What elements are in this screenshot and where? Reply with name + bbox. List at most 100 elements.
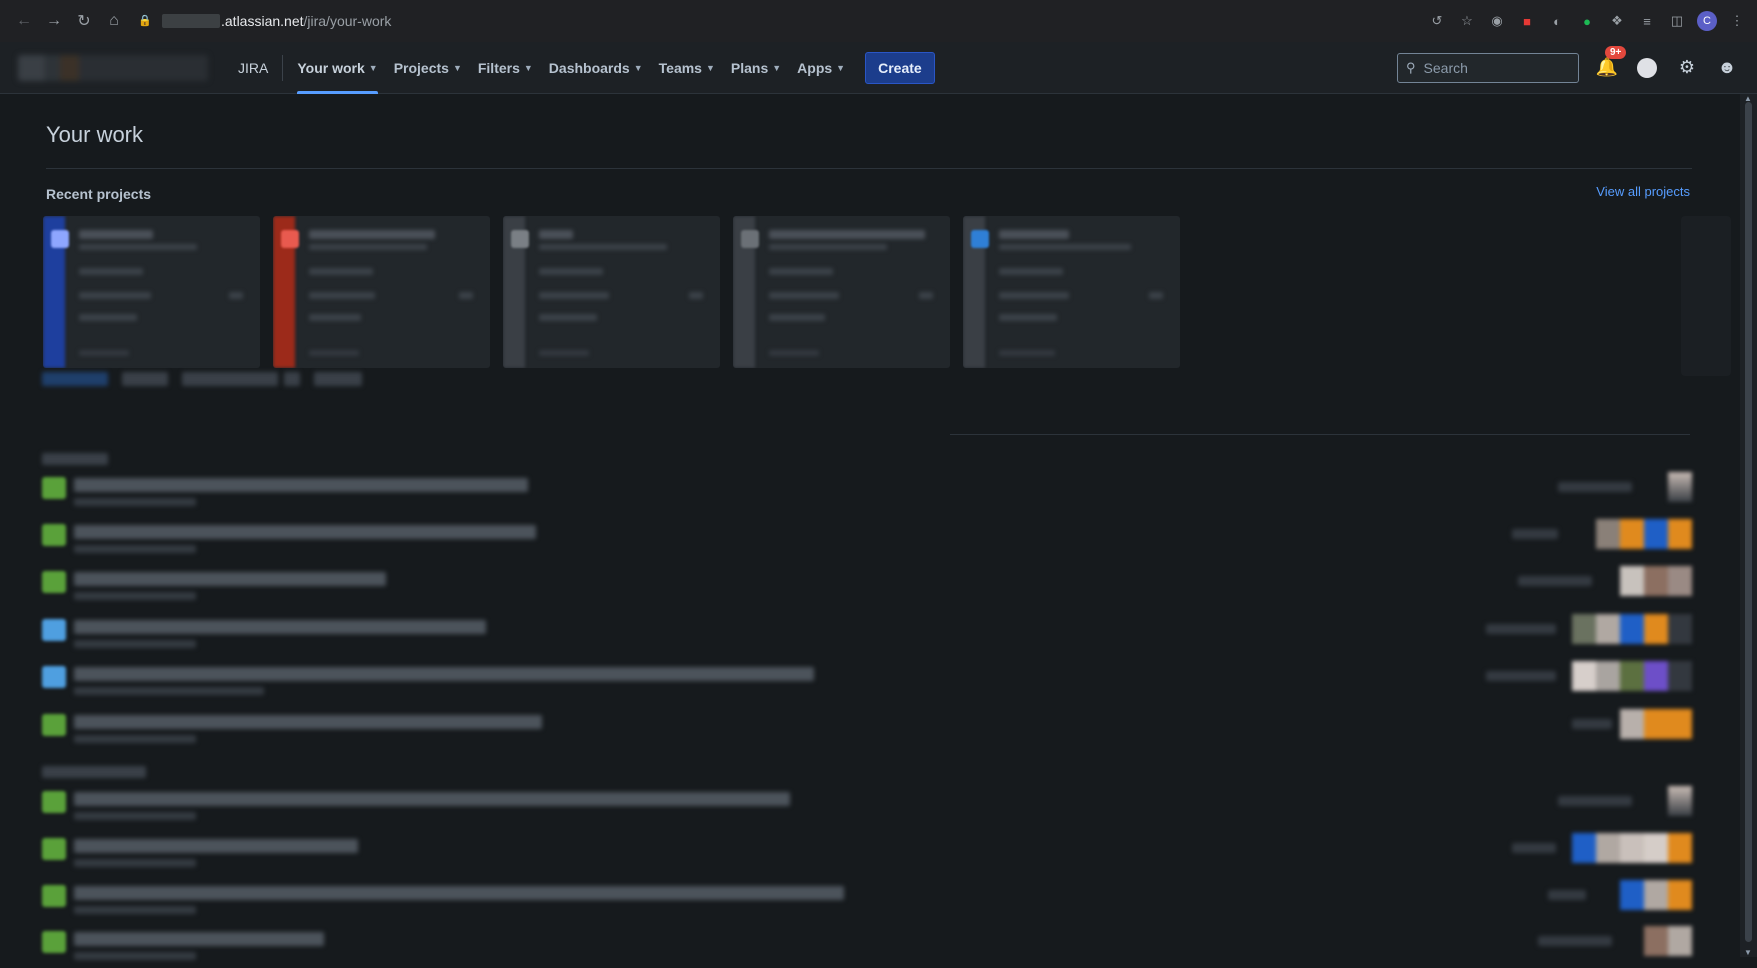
- avatar: [1644, 926, 1668, 956]
- nav-teams[interactable]: Teams ▼: [651, 42, 723, 94]
- nav-your-work[interactable]: Your work ▼: [289, 42, 385, 94]
- work-tabs: [42, 372, 362, 386]
- home-icon[interactable]: ⌂: [100, 7, 128, 35]
- nav-projects[interactable]: Projects ▼: [386, 42, 470, 94]
- quick-link-redacted[interactable]: [309, 268, 373, 275]
- project-name-redacted: [539, 230, 573, 239]
- page-scrollbar[interactable]: ▲ ▼: [1740, 94, 1757, 957]
- project-type-redacted: [769, 244, 887, 250]
- boards-dropdown-redacted[interactable]: [999, 350, 1055, 356]
- quick-link-redacted[interactable]: [999, 268, 1063, 275]
- quick-link-redacted[interactable]: [79, 292, 151, 299]
- quick-link-redacted[interactable]: [79, 314, 137, 321]
- extensions-puzzle-icon[interactable]: ❖: [1607, 11, 1627, 31]
- issue-key-redacted: [74, 545, 196, 553]
- page-title: Your work: [46, 122, 144, 147]
- browser-profile-avatar[interactable]: C: [1697, 11, 1717, 31]
- avatar: [1620, 880, 1644, 910]
- extension-green-icon[interactable]: ●: [1577, 11, 1597, 31]
- profile-button[interactable]: ☻: [1715, 56, 1739, 80]
- forward-arrow-icon[interactable]: →: [40, 7, 68, 35]
- issue-key-redacted: [74, 640, 196, 648]
- avatar: [1644, 709, 1668, 739]
- reload-icon[interactable]: ↻: [70, 7, 98, 35]
- quick-link-redacted[interactable]: [539, 268, 603, 275]
- share-icon[interactable]: ↺: [1427, 11, 1447, 31]
- quick-link-redacted[interactable]: [999, 292, 1069, 299]
- list-item[interactable]: [42, 831, 1692, 875]
- list-item[interactable]: [42, 878, 1692, 922]
- nav-product-jira[interactable]: JIRA: [230, 54, 284, 81]
- nav-apps[interactable]: Apps ▼: [789, 42, 853, 94]
- project-card[interactable]: [733, 216, 950, 368]
- boards-dropdown-redacted[interactable]: [539, 350, 589, 356]
- project-card[interactable]: [273, 216, 490, 368]
- settings-button[interactable]: ⚙: [1675, 56, 1699, 80]
- list-item[interactable]: [42, 470, 1692, 514]
- list-item[interactable]: [42, 517, 1692, 561]
- search-field[interactable]: ⚲: [1397, 52, 1579, 83]
- extension-red-icon[interactable]: ■: [1517, 11, 1537, 31]
- activity-redacted: [1512, 529, 1558, 539]
- search-input[interactable]: [1423, 59, 1564, 76]
- chevron-down-icon: ▼: [523, 62, 533, 73]
- help-button[interactable]: [1635, 56, 1659, 80]
- avatar: [1620, 709, 1644, 739]
- quick-link-redacted[interactable]: [769, 292, 839, 299]
- tab-starred[interactable]: [314, 372, 362, 386]
- project-card[interactable]: [963, 216, 1180, 368]
- list-item[interactable]: [42, 784, 1692, 828]
- avatar: [1620, 566, 1644, 596]
- create-button[interactable]: Create: [865, 51, 935, 84]
- boards-dropdown-redacted[interactable]: [769, 350, 819, 356]
- quick-link-redacted[interactable]: [539, 292, 609, 299]
- scrollbar-thumb[interactable]: [1745, 102, 1752, 942]
- bell-icon: 🔔: [1595, 57, 1619, 77]
- reading-list-icon[interactable]: ≡: [1637, 11, 1657, 31]
- project-name-redacted: [79, 230, 153, 239]
- quick-link-redacted[interactable]: [309, 314, 361, 321]
- quick-link-redacted[interactable]: [769, 314, 825, 321]
- star-icon[interactable]: ☆: [1457, 11, 1477, 31]
- list-item[interactable]: [42, 924, 1692, 968]
- address-bar[interactable]: 🔒 .atlassian.net /jira/your-work: [138, 6, 391, 36]
- list-item[interactable]: [42, 564, 1692, 608]
- issue-key-redacted: [74, 592, 196, 600]
- quick-link-redacted[interactable]: [309, 292, 375, 299]
- browser-menu-icon[interactable]: ⋮: [1727, 11, 1747, 31]
- extension-globe-icon[interactable]: ◐: [1547, 11, 1567, 31]
- list-item[interactable]: [42, 612, 1692, 656]
- activity-redacted: [1486, 624, 1556, 634]
- nav-dashboards[interactable]: Dashboards ▼: [541, 42, 651, 94]
- project-card[interactable]: [503, 216, 720, 368]
- tab-worked-on[interactable]: [42, 372, 108, 386]
- quick-link-redacted[interactable]: [79, 268, 143, 275]
- avatar: [1596, 661, 1620, 691]
- project-card[interactable]: [43, 216, 260, 368]
- avatar: [1668, 709, 1692, 739]
- extension-glasses-icon[interactable]: ◉: [1487, 11, 1507, 31]
- nav-filters[interactable]: Filters ▼: [470, 42, 541, 94]
- nav-plans[interactable]: Plans ▼: [723, 42, 789, 94]
- notifications-button[interactable]: 🔔 9+: [1595, 45, 1627, 80]
- site-logo-redacted[interactable]: [18, 54, 208, 81]
- avatar: [1668, 786, 1692, 816]
- tab-viewed[interactable]: [122, 372, 168, 386]
- tab-assigned-to-me[interactable]: [182, 372, 278, 386]
- side-panel-icon[interactable]: ◫: [1667, 11, 1687, 31]
- view-all-projects-link[interactable]: View all projects: [1596, 184, 1690, 199]
- activity-redacted: [1518, 576, 1592, 586]
- avatar: [1668, 833, 1692, 863]
- quick-link-redacted[interactable]: [769, 268, 833, 275]
- scroll-down-icon[interactable]: ▼: [1744, 948, 1752, 957]
- back-arrow-icon[interactable]: ←: [10, 7, 38, 35]
- boards-dropdown-redacted[interactable]: [79, 350, 129, 356]
- project-name-redacted: [769, 230, 925, 239]
- quick-link-redacted[interactable]: [999, 314, 1057, 321]
- avatar: [1644, 661, 1668, 691]
- quick-link-redacted[interactable]: [539, 314, 597, 321]
- list-item[interactable]: [42, 707, 1692, 751]
- boards-dropdown-redacted[interactable]: [309, 350, 359, 356]
- list-item[interactable]: [42, 659, 1692, 703]
- avatar-group: [1572, 661, 1692, 693]
